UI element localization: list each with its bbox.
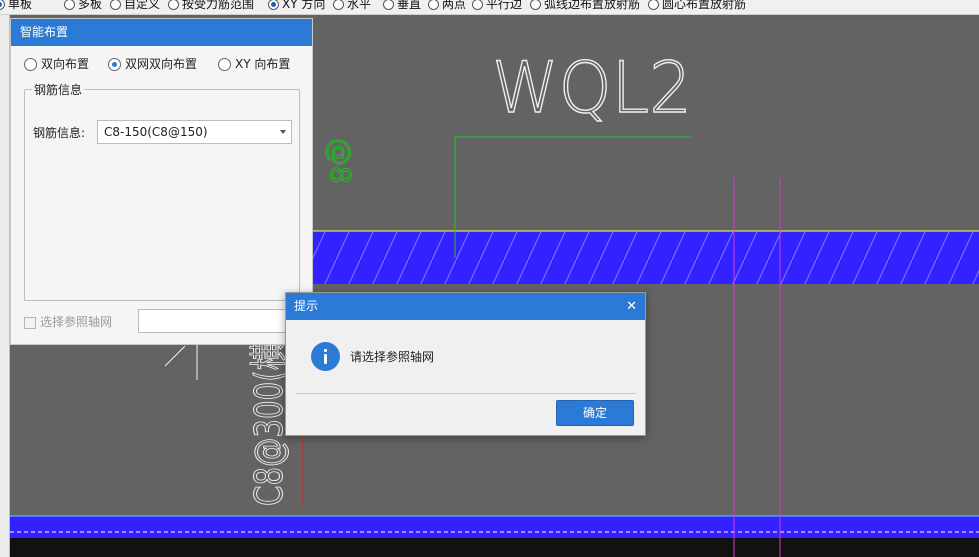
rebar-info-group: 钢筋信息 钢筋信息: C8-150(C8@150) <box>24 81 300 301</box>
chevron-down-icon <box>280 130 286 134</box>
dimension-tick <box>164 345 186 367</box>
close-icon[interactable]: ✕ <box>626 293 637 320</box>
dialog-divider <box>296 393 636 394</box>
slab-hatch-upper <box>312 231 979 284</box>
radio-xy-layout[interactable]: XY 向布置 <box>218 56 290 72</box>
ok-button[interactable]: 确定 <box>556 400 634 426</box>
dialog-title: 提示 <box>286 293 645 320</box>
prompt-dialog: 提示 ✕ 请选择参照轴网 确定 <box>285 292 646 436</box>
rebar-info-select[interactable]: C8-150(C8@150) <box>97 120 292 144</box>
smart-layout-panel: 智能布置 双向布置 双网双向布置 XY 向布置 钢筋信息 钢筋信息: C8-15… <box>10 18 313 345</box>
wall-label-text: WQL2 <box>492 47 692 129</box>
dialog-message: 请选择参照轴网 <box>350 350 435 364</box>
radio-icon <box>24 58 37 71</box>
radio-bidirectional[interactable]: 双向布置 <box>24 56 89 72</box>
radio-icon <box>108 58 121 71</box>
canvas-bottom-band <box>10 538 979 557</box>
checkbox-icon <box>24 316 36 329</box>
group-title: 钢筋信息 <box>32 81 85 98</box>
axis-net-input[interactable] <box>138 309 288 333</box>
select-value: C8-150(C8@150) <box>104 125 208 139</box>
radio-icon <box>218 58 231 71</box>
rebar-small-label: @8 <box>324 138 357 184</box>
rebar-info-label: 钢筋信息: <box>33 126 86 140</box>
info-icon <box>311 342 340 371</box>
panel-title: 智能布置 <box>11 19 312 46</box>
slab-band-lower <box>10 516 979 538</box>
radio-double-net-bidirectional[interactable]: 双网双向布置 <box>108 56 197 72</box>
select-axis-checkbox[interactable]: 选择参照轴网 <box>24 314 112 330</box>
